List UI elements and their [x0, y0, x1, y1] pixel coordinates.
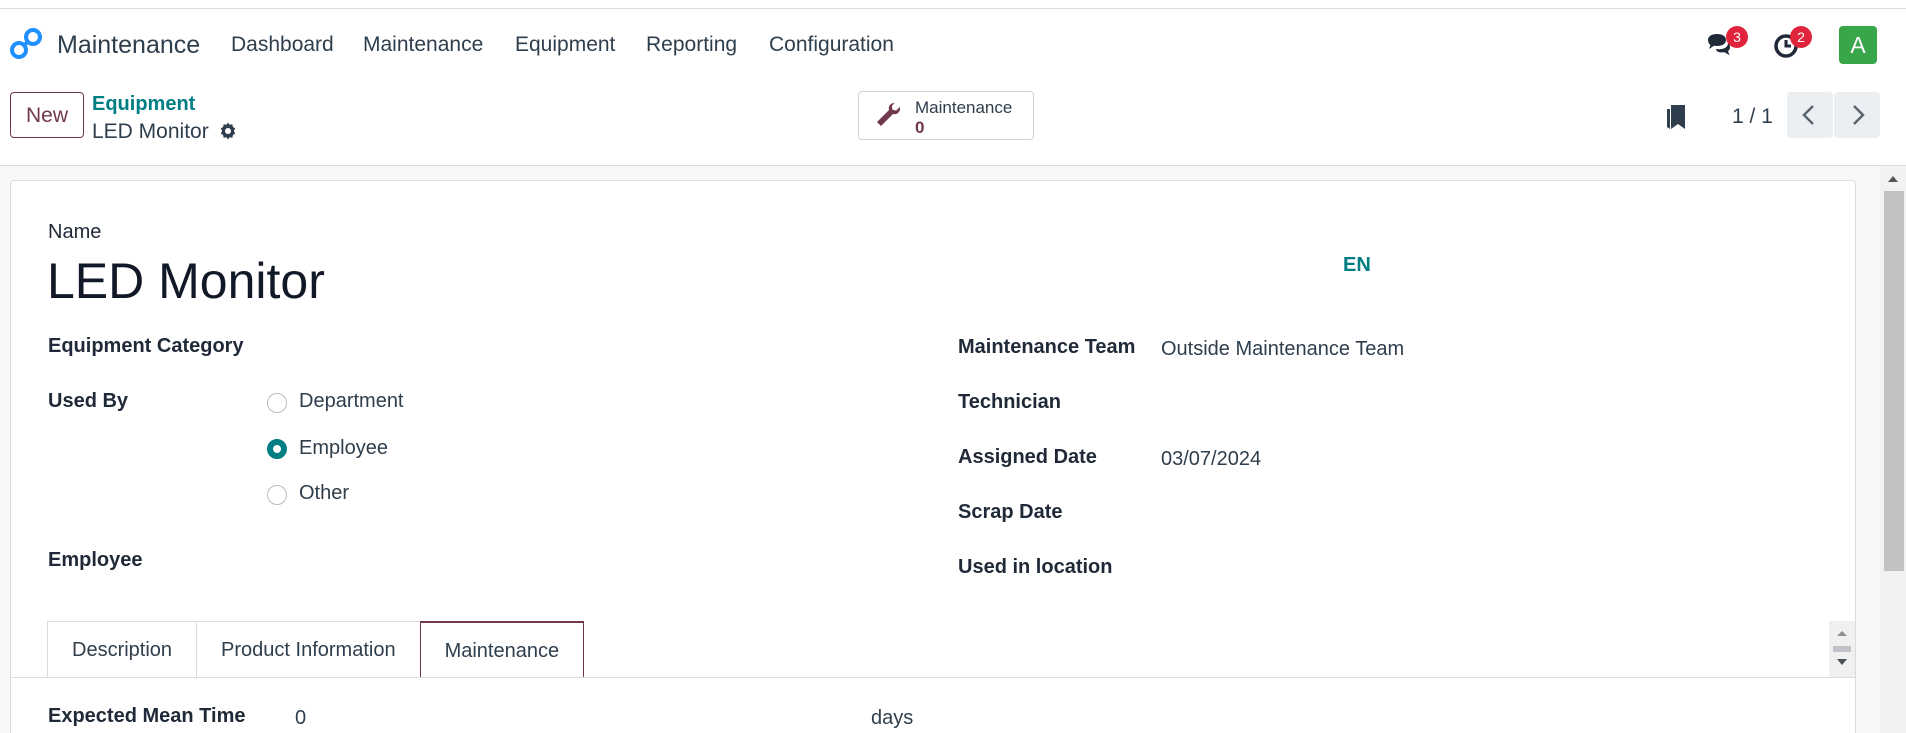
tab-maintenance[interactable]: Maintenance: [419, 621, 585, 678]
equipment-name-field[interactable]: LED Monitor: [47, 252, 325, 310]
activities-count-badge: 2: [1790, 26, 1812, 48]
tab-scroll-control[interactable]: [1829, 621, 1855, 677]
tab-product-information[interactable]: Product Information: [196, 621, 421, 677]
chevron-right-icon: [1853, 105, 1865, 125]
radio-department-label[interactable]: Department: [299, 390, 404, 413]
scroll-thumb[interactable]: [1884, 191, 1904, 571]
tab-scroll-arrows-icon: [1833, 631, 1851, 665]
used-by-label: Used By: [48, 390, 129, 412]
breadcrumb-equipment[interactable]: Equipment: [92, 93, 195, 116]
page-scrollbar[interactable]: [1880, 166, 1906, 733]
app-name[interactable]: Maintenance: [57, 31, 200, 60]
assigned-date-field[interactable]: 03/07/2024: [1161, 448, 1261, 471]
scrap-date-label: Scrap Date: [958, 501, 1063, 523]
control-panel: New Equipment LED Monitor Maintenance 0 …: [0, 81, 1906, 166]
pager-value[interactable]: 1 / 1: [1732, 105, 1773, 129]
new-button[interactable]: New: [10, 92, 84, 138]
maintenance-team-field[interactable]: Outside Maintenance Team: [1161, 338, 1404, 361]
menu-reporting[interactable]: Reporting: [646, 33, 737, 57]
form-tabs: Description Product Information Maintena…: [47, 621, 585, 678]
menu-dashboard[interactable]: Dashboard: [231, 33, 334, 57]
translation-language-button[interactable]: EN: [1343, 254, 1371, 277]
menu-maintenance[interactable]: Maintenance: [363, 33, 483, 57]
menu-configuration[interactable]: Configuration: [769, 33, 894, 57]
assigned-date-label: Assigned Date: [958, 446, 1097, 468]
smart-button-count: 0: [915, 118, 925, 137]
previous-record-button[interactable]: [1787, 92, 1833, 138]
user-avatar[interactable]: A: [1839, 26, 1877, 64]
breadcrumb-current-record: LED Monitor: [92, 120, 209, 143]
messages-count-badge: 3: [1726, 26, 1748, 48]
wrench-icon: [877, 102, 900, 126]
scroll-up-arrow-icon[interactable]: [1880, 170, 1906, 188]
radio-other-label[interactable]: Other: [299, 482, 349, 505]
expected-mean-time-label: Expected Mean Time: [48, 705, 246, 727]
maintenance-app-icon[interactable]: [8, 26, 44, 62]
next-record-button[interactable]: [1834, 92, 1880, 138]
maintenance-team-label: Maintenance Team: [958, 336, 1136, 358]
expected-mean-time-field[interactable]: 0: [295, 707, 306, 730]
expected-mean-time-unit: days: [871, 707, 914, 729]
tab-divider: [11, 677, 1855, 678]
tab-description[interactable]: Description: [47, 621, 198, 677]
equipment-category-label: Equipment Category: [48, 335, 244, 357]
radio-department[interactable]: [267, 393, 287, 413]
form-sheet: Name LED Monitor EN Equipment Category U…: [10, 180, 1856, 733]
smart-button-label: Maintenance: [915, 98, 1013, 117]
radio-employee[interactable]: [267, 439, 287, 459]
radio-employee-label[interactable]: Employee: [299, 437, 388, 460]
location-label: Used in location: [958, 556, 1113, 578]
name-label: Name: [48, 221, 102, 243]
technician-label: Technician: [958, 391, 1061, 413]
top-navbar: Maintenance Dashboard Maintenance Equipm…: [0, 9, 1906, 81]
gear-icon[interactable]: [218, 121, 238, 141]
menu-equipment[interactable]: Equipment: [515, 33, 615, 57]
radio-other[interactable]: [267, 485, 287, 505]
maintenance-smart-button[interactable]: Maintenance 0: [858, 91, 1034, 140]
employee-label: Employee: [48, 549, 143, 571]
bookmark-icon[interactable]: [1664, 102, 1692, 132]
browser-top-border: [0, 0, 1906, 9]
chevron-left-icon: [1802, 105, 1814, 125]
